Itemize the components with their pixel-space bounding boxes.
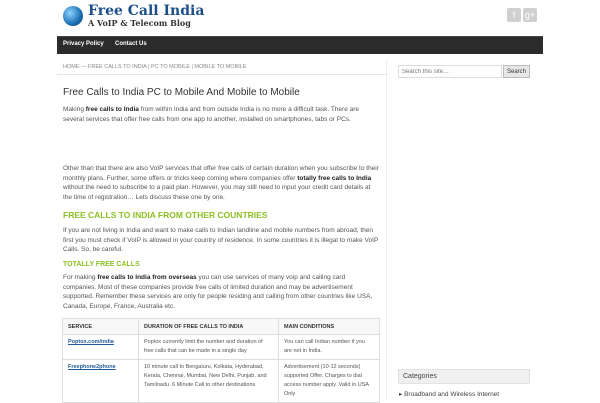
table-cell: Advertisement (10-12 seconds) supported … [278, 359, 380, 403]
main-content: Home — Free Calls to India | PC to Mobil… [57, 60, 387, 403]
nav-item-privacy-policy[interactable]: Privacy Policy [63, 41, 104, 47]
category-link[interactable]: ▸ Broadband and Wireless Internet [399, 390, 499, 398]
paragraph-4: For making free calls to India from over… [63, 274, 373, 310]
search-button[interactable]: Search [503, 65, 530, 78]
table-cell: 10 minute call to Bengaluru, Kolkata, Hy… [138, 359, 279, 403]
page-title: Free Calls to India PC to Mobile And Mob… [63, 87, 300, 98]
globe-logo-icon[interactable] [63, 6, 83, 26]
table-cell: Poptox currently limit the number and du… [138, 334, 279, 360]
section-heading: Free Calls to India From Other Countries [63, 210, 268, 220]
site-tagline: A VoIP & Telecom Blog [88, 18, 191, 28]
service-link[interactable]: Freephone2phone [68, 364, 116, 370]
intro-paragraph: Making free calls to India from within I… [63, 106, 360, 123]
table-row: Poptox.com/india Poptox currently limit … [62, 334, 380, 360]
categories-widget-title: Categories [398, 369, 530, 384]
facebook-icon[interactable]: f [507, 8, 521, 22]
search-input[interactable] [398, 65, 502, 78]
table-row: Freephone2phone 10 minute call to Bengal… [62, 359, 380, 403]
table-header: MAIN CONDITIONS [278, 318, 380, 335]
nav-item-contact-us[interactable]: Contact Us [115, 41, 147, 47]
paragraph-3: If you are not living in India and want … [63, 227, 379, 254]
subsection-heading: Totally Free Calls [63, 261, 140, 268]
category-label: Broadband and Wireless Internet [404, 391, 500, 398]
google-plus-icon[interactable]: g+ [523, 8, 537, 22]
site-header: Free Call India A VoIP & Telecom Blog f … [0, 0, 600, 36]
free-calls-table: SERVICE DURATION OF FREE CALLS TO INDIA … [62, 318, 380, 403]
breadcrumb[interactable]: Home — Free Calls to India | PC to Mobil… [63, 64, 247, 70]
table-header: DURATION OF FREE CALLS TO INDIA [138, 318, 279, 335]
table-header-row: SERVICE DURATION OF FREE CALLS TO INDIA … [62, 318, 380, 335]
table-cell: Poptox.com/india [62, 334, 139, 360]
service-link[interactable]: Poptox.com/india [68, 339, 114, 345]
table-header: SERVICE [62, 318, 139, 335]
paragraph-2: Other than that there are also VoIP serv… [63, 165, 379, 201]
main-nav: Privacy Policy Contact Us [57, 36, 543, 54]
divider [57, 74, 387, 75]
table-cell: Freephone2phone [62, 359, 139, 403]
table-cell: You can call Indian number if you are no… [278, 334, 380, 360]
site-title[interactable]: Free Call India [88, 3, 204, 19]
